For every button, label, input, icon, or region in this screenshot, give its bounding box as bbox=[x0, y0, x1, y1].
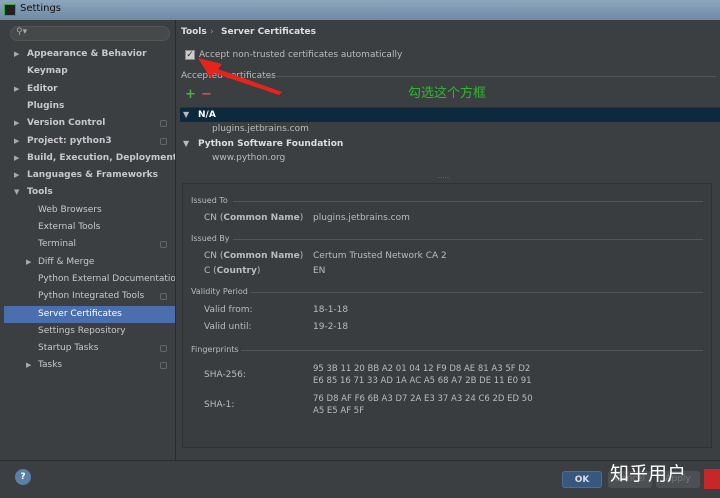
ok-button[interactable]: OK bbox=[562, 471, 602, 488]
help-button[interactable] bbox=[704, 469, 720, 489]
watermark: 知乎用户 bbox=[610, 463, 687, 485]
red-arrow-annotation bbox=[198, 58, 282, 95]
bottom-bar: ? OK Cancel Apply 知乎用户 bbox=[0, 460, 720, 498]
arrow-icon bbox=[198, 58, 282, 95]
help-icon[interactable]: ? bbox=[15, 469, 31, 485]
